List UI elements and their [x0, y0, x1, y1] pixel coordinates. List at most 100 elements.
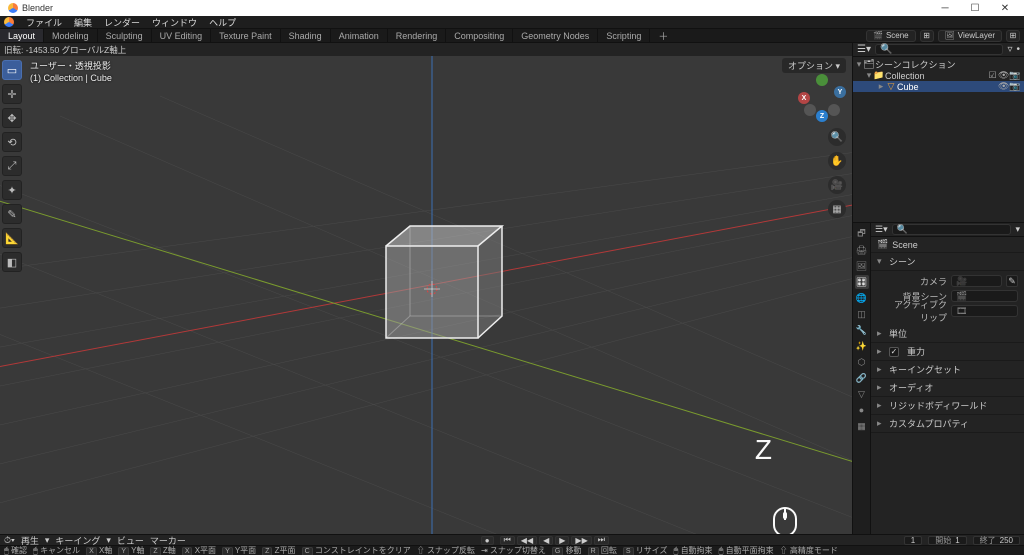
new-scene-button[interactable]: ⊞ [920, 30, 934, 42]
axis-x-neg[interactable] [828, 104, 840, 116]
tab-shading[interactable]: Shading [281, 29, 331, 42]
ptab-object[interactable]: ◫ [855, 307, 869, 321]
minimize-button[interactable]: ─ [930, 0, 960, 16]
ptab-physics[interactable]: ⬡ [855, 355, 869, 369]
timeline-keying-menu[interactable]: キーイング [55, 534, 100, 547]
hide-toggle[interactable]: 👁 [998, 70, 1009, 81]
tool-rotate[interactable]: ⟲ [2, 132, 22, 152]
axis-z-pos[interactable] [816, 74, 828, 86]
tab-compositing[interactable]: Compositing [446, 29, 513, 42]
panel-scene-header[interactable]: ▾シーン [871, 253, 1024, 271]
ptab-render[interactable]: 🗗 [855, 227, 869, 241]
ptab-scene[interactable]: 🎛 [855, 275, 869, 289]
tab-geometry-nodes[interactable]: Geometry Nodes [513, 29, 598, 42]
filter-icon[interactable]: ▿ [1007, 44, 1012, 55]
tab-modeling[interactable]: Modeling [44, 29, 98, 42]
panel-rigid-header[interactable]: ▸リジッドボディワールド [871, 397, 1024, 415]
ptab-output[interactable]: 🖨 [855, 243, 869, 257]
properties-search-input[interactable] [911, 225, 1007, 234]
filter-dot-icon[interactable]: • [1016, 44, 1020, 55]
axis-y-neg[interactable] [804, 104, 816, 116]
timeline-marker-menu[interactable]: マーカー [150, 534, 186, 547]
close-button[interactable]: ✕ [990, 0, 1020, 16]
panel-custom-header[interactable]: ▸カスタムプロパティ [871, 415, 1024, 433]
play-button[interactable]: ▶ [555, 536, 569, 545]
timeline-playback-menu[interactable]: 再生 [21, 534, 39, 547]
panel-units-header[interactable]: ▸単位 [871, 325, 1024, 343]
end-frame-field[interactable]: 終了250 [973, 536, 1020, 545]
camera-eyedropper[interactable]: ✎ [1006, 275, 1018, 287]
tree-object-cube[interactable]: ▸ ▽ Cube 👁 📷 [853, 81, 1024, 92]
orbit-gizmo[interactable]: Y X Z [798, 74, 846, 122]
menu-edit[interactable]: 編集 [68, 16, 98, 29]
panel-keying-header[interactable]: ▸キーイングセット [871, 361, 1024, 379]
menu-file[interactable]: ファイル [20, 16, 68, 29]
outliner-editor-type-icon[interactable]: ☰▾ [857, 44, 871, 55]
bgscene-field[interactable]: 🎬 [951, 290, 1018, 302]
tab-layout[interactable]: Layout [0, 29, 44, 42]
ptab-viewlayer[interactable]: 🖼 [855, 259, 869, 273]
tab-sculpting[interactable]: Sculpting [98, 29, 152, 42]
tree-scene-collection[interactable]: ▾ 🗂 シーンコレクション [853, 59, 1024, 70]
properties-search[interactable]: 🔍 [892, 224, 1012, 235]
timeline-view-menu[interactable]: ビュー [117, 534, 144, 547]
props-editor-type-icon[interactable]: ☰▾ [875, 224, 888, 235]
ptab-material[interactable]: ● [855, 403, 869, 417]
pan-button[interactable]: ✋ [828, 152, 846, 170]
viewport-options-dropdown[interactable]: オプション ▾ [782, 58, 846, 73]
menu-render[interactable]: レンダー [98, 16, 146, 29]
outliner-search-input[interactable] [895, 45, 998, 54]
tool-move[interactable]: ✥ [2, 108, 22, 128]
timeline-editor-type-icon[interactable]: ⏱▾ [4, 535, 15, 546]
toggle-ortho-button[interactable]: ▦ [828, 200, 846, 218]
tab-uv-editing[interactable]: UV Editing [152, 29, 212, 42]
tool-measure[interactable]: 📐 [2, 228, 22, 248]
axis-x-pos[interactable]: X [798, 92, 810, 104]
jump-start-button[interactable]: ⏮ [500, 536, 515, 545]
tab-scripting[interactable]: Scripting [598, 29, 650, 42]
play-reverse-button[interactable]: ◀ [539, 536, 553, 545]
tool-scale[interactable]: ⤢ [2, 156, 22, 176]
zoom-button[interactable]: 🔍 [828, 128, 846, 146]
autokey-toggle[interactable]: ● [481, 536, 494, 545]
exclude-toggle[interactable]: ☑ [987, 70, 998, 81]
tab-animation[interactable]: Animation [331, 29, 388, 42]
maximize-button[interactable]: ☐ [960, 0, 990, 16]
start-frame-field[interactable]: 開始1 [928, 536, 966, 545]
outliner-search[interactable]: 🔍 [875, 44, 1003, 55]
axis-y-pos[interactable]: Y [834, 86, 846, 98]
new-viewlayer-button[interactable]: ⊞ [1006, 30, 1020, 42]
camera-view-button[interactable]: 🎥 [828, 176, 846, 194]
tool-cursor[interactable]: ✛ [2, 84, 22, 104]
viewlayer-selector[interactable]: 🖼ViewLayer [938, 30, 1002, 42]
ptab-constraints[interactable]: 🔗 [855, 371, 869, 385]
3d-viewport[interactable]: ユーザー・透視投影 (1) Collection | Cube オプション ▾ … [0, 56, 852, 534]
ptab-particles[interactable]: ✨ [855, 339, 869, 353]
ptab-texture[interactable]: ▦ [855, 419, 869, 433]
ptab-data[interactable]: ▽ [855, 387, 869, 401]
axis-z-neg[interactable]: Z [816, 110, 828, 122]
panel-audio-header[interactable]: ▸オーディオ [871, 379, 1024, 397]
ptab-modifiers[interactable]: 🔧 [855, 323, 869, 337]
add-workspace-button[interactable]: ＋ [650, 29, 676, 42]
next-key-button[interactable]: ▶▶ [571, 536, 591, 545]
hide-toggle[interactable]: 👁 [998, 81, 1009, 92]
current-frame-field[interactable]: 1 [904, 536, 922, 545]
menu-help[interactable]: ヘルプ [203, 16, 242, 29]
tool-add-cube[interactable]: ◧ [2, 252, 22, 272]
pin-icon[interactable]: ▾ [1015, 224, 1020, 235]
tool-annotate[interactable]: ✎ [2, 204, 22, 224]
tool-transform[interactable]: ✦ [2, 180, 22, 200]
tree-collection[interactable]: ▾ 📁 Collection ☑ 👁 📷 [853, 70, 1024, 81]
render-toggle[interactable]: 📷 [1009, 81, 1020, 92]
render-toggle[interactable]: 📷 [1009, 70, 1020, 81]
prev-key-button[interactable]: ◀◀ [517, 536, 537, 545]
camera-field[interactable]: 🎥 [951, 275, 1002, 287]
menu-window[interactable]: ウィンドウ [146, 16, 203, 29]
jump-end-button[interactable]: ⏭ [594, 536, 609, 545]
tab-texture-paint[interactable]: Texture Paint [211, 29, 281, 42]
tab-rendering[interactable]: Rendering [388, 29, 447, 42]
scene-selector[interactable]: 🎬Scene [866, 30, 916, 42]
activeclip-field[interactable]: 🎞 [951, 305, 1018, 317]
panel-gravity-header[interactable]: ▸重力 [871, 343, 1024, 361]
